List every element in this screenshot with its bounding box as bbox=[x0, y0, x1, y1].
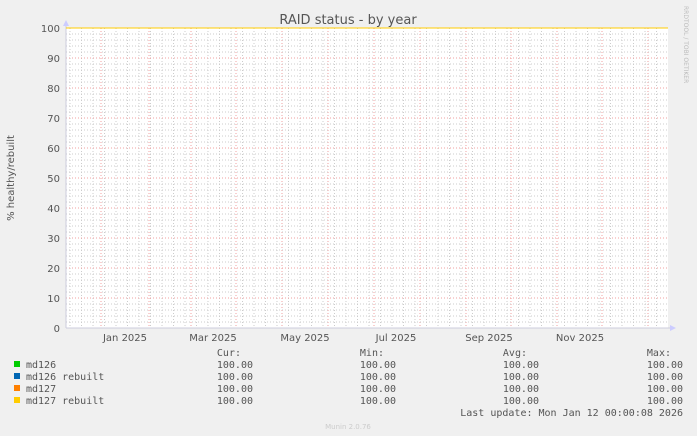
legend-max: 100.00 bbox=[647, 372, 683, 383]
legend-header: Max: bbox=[647, 348, 671, 359]
chart-title: RAID status - by year bbox=[279, 13, 417, 28]
y-axis-label: % healthy/rebuilt bbox=[6, 135, 17, 221]
legend-header: Min: bbox=[360, 348, 384, 359]
legend-name: md126 bbox=[26, 360, 56, 371]
legend-swatch bbox=[14, 385, 20, 391]
munin-graph: 0 10 20 30 40 50 60 70 80 90 100 Jan 2025 Mar 2025 Ma… bbox=[0, 0, 697, 436]
legend-swatch bbox=[14, 361, 20, 367]
legend-header: Cur: bbox=[217, 348, 241, 359]
x-tick-label: Sep 2025 bbox=[465, 333, 512, 344]
legend-max: 100.00 bbox=[647, 384, 683, 395]
y-tick-label: 60 bbox=[47, 144, 60, 155]
legend-swatch bbox=[14, 373, 20, 379]
x-tick-label: Jul 2025 bbox=[375, 333, 417, 344]
y-tick-label: 50 bbox=[47, 174, 60, 185]
x-tick-label: Jan 2025 bbox=[102, 333, 147, 344]
legend-avg: 100.00 bbox=[503, 384, 539, 395]
legend-header: Avg: bbox=[503, 348, 527, 359]
legend-max: 100.00 bbox=[647, 396, 683, 407]
legend-cur: 100.00 bbox=[217, 396, 253, 407]
last-update: Last update: Mon Jan 12 00:00:08 2026 bbox=[460, 408, 683, 419]
legend-min: 100.00 bbox=[360, 360, 396, 371]
rrdtool-watermark: RRDTOOL / TOBI OETIKER bbox=[682, 6, 689, 83]
legend-min: 100.00 bbox=[360, 372, 396, 383]
y-tick-label: 80 bbox=[47, 84, 60, 95]
y-tick-label: 0 bbox=[54, 324, 60, 335]
x-axis-arrow bbox=[670, 325, 676, 331]
legend-avg: 100.00 bbox=[503, 360, 539, 371]
y-tick-label: 70 bbox=[47, 114, 60, 125]
legend-cur: 100.00 bbox=[217, 360, 253, 371]
legend-min: 100.00 bbox=[360, 396, 396, 407]
y-axis-arrow bbox=[63, 20, 69, 26]
legend-cur: 100.00 bbox=[217, 372, 253, 383]
munin-version: Munin 2.0.76 bbox=[325, 423, 371, 431]
y-tick-label: 90 bbox=[47, 54, 60, 65]
y-tick-label: 30 bbox=[47, 234, 60, 245]
legend-swatch bbox=[14, 397, 20, 403]
legend-max: 100.00 bbox=[647, 360, 683, 371]
legend-avg: 100.00 bbox=[503, 396, 539, 407]
legend-min: 100.00 bbox=[360, 384, 396, 395]
x-tick-label: Mar 2025 bbox=[189, 333, 237, 344]
legend-name: md126 rebuilt bbox=[26, 372, 104, 383]
x-tick-label: May 2025 bbox=[280, 333, 329, 344]
legend-name: md127 rebuilt bbox=[26, 396, 104, 407]
y-tick-label: 10 bbox=[47, 294, 60, 305]
chart-svg: 0 10 20 30 40 50 60 70 80 90 100 Jan 2025 Mar 2025 Ma… bbox=[6, 6, 689, 431]
legend-avg: 100.00 bbox=[503, 372, 539, 383]
x-tick-label: Nov 2025 bbox=[556, 333, 604, 344]
y-tick-label: 100 bbox=[41, 24, 60, 35]
legend-name: md127 bbox=[26, 384, 56, 395]
y-tick-label: 40 bbox=[47, 204, 60, 215]
y-tick-label: 20 bbox=[47, 264, 60, 275]
legend-cur: 100.00 bbox=[217, 384, 253, 395]
